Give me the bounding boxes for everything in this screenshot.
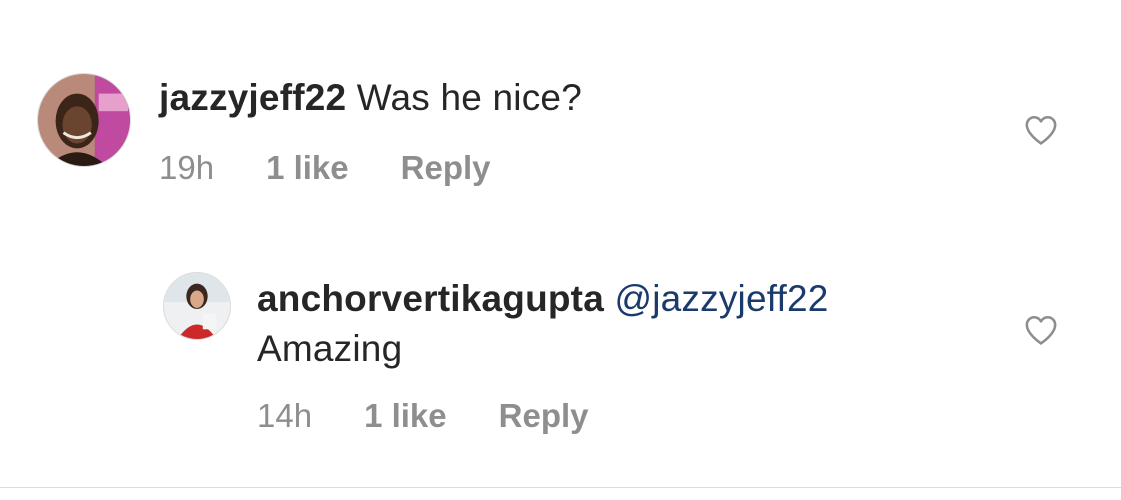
comment-body: Was he nice? [356, 77, 582, 118]
avatar[interactable] [37, 73, 131, 167]
avatar[interactable] [163, 272, 231, 340]
mention-link[interactable]: @jazzyjeff22 [614, 278, 828, 319]
comment-timestamp[interactable]: 19h [159, 149, 214, 187]
comment-username[interactable]: jazzyjeff22 [159, 77, 346, 118]
like-heart-icon[interactable] [1024, 314, 1058, 346]
divider [0, 487, 1121, 488]
comment-body: Amazing [257, 328, 403, 369]
comment-meta: 19h 1 like Reply [159, 147, 491, 189]
comment-text: jazzyjeff22 Was he nice? [159, 73, 582, 123]
reply-button[interactable]: Reply [401, 149, 491, 187]
comment-username[interactable]: anchorvertikagupta [257, 278, 604, 319]
comment-meta: 14h 1 like Reply [257, 395, 589, 437]
comment-like-count[interactable]: 1 like [364, 397, 447, 435]
avatar-image [164, 273, 230, 339]
comment-like-count[interactable]: 1 like [266, 149, 349, 187]
avatar-image [38, 74, 130, 166]
reply-button[interactable]: Reply [499, 397, 589, 435]
comment-timestamp[interactable]: 14h [257, 397, 312, 435]
comment-text: anchorvertikagupta @jazzyjeff22 Amazing [257, 274, 1017, 374]
like-heart-icon[interactable] [1024, 114, 1058, 146]
